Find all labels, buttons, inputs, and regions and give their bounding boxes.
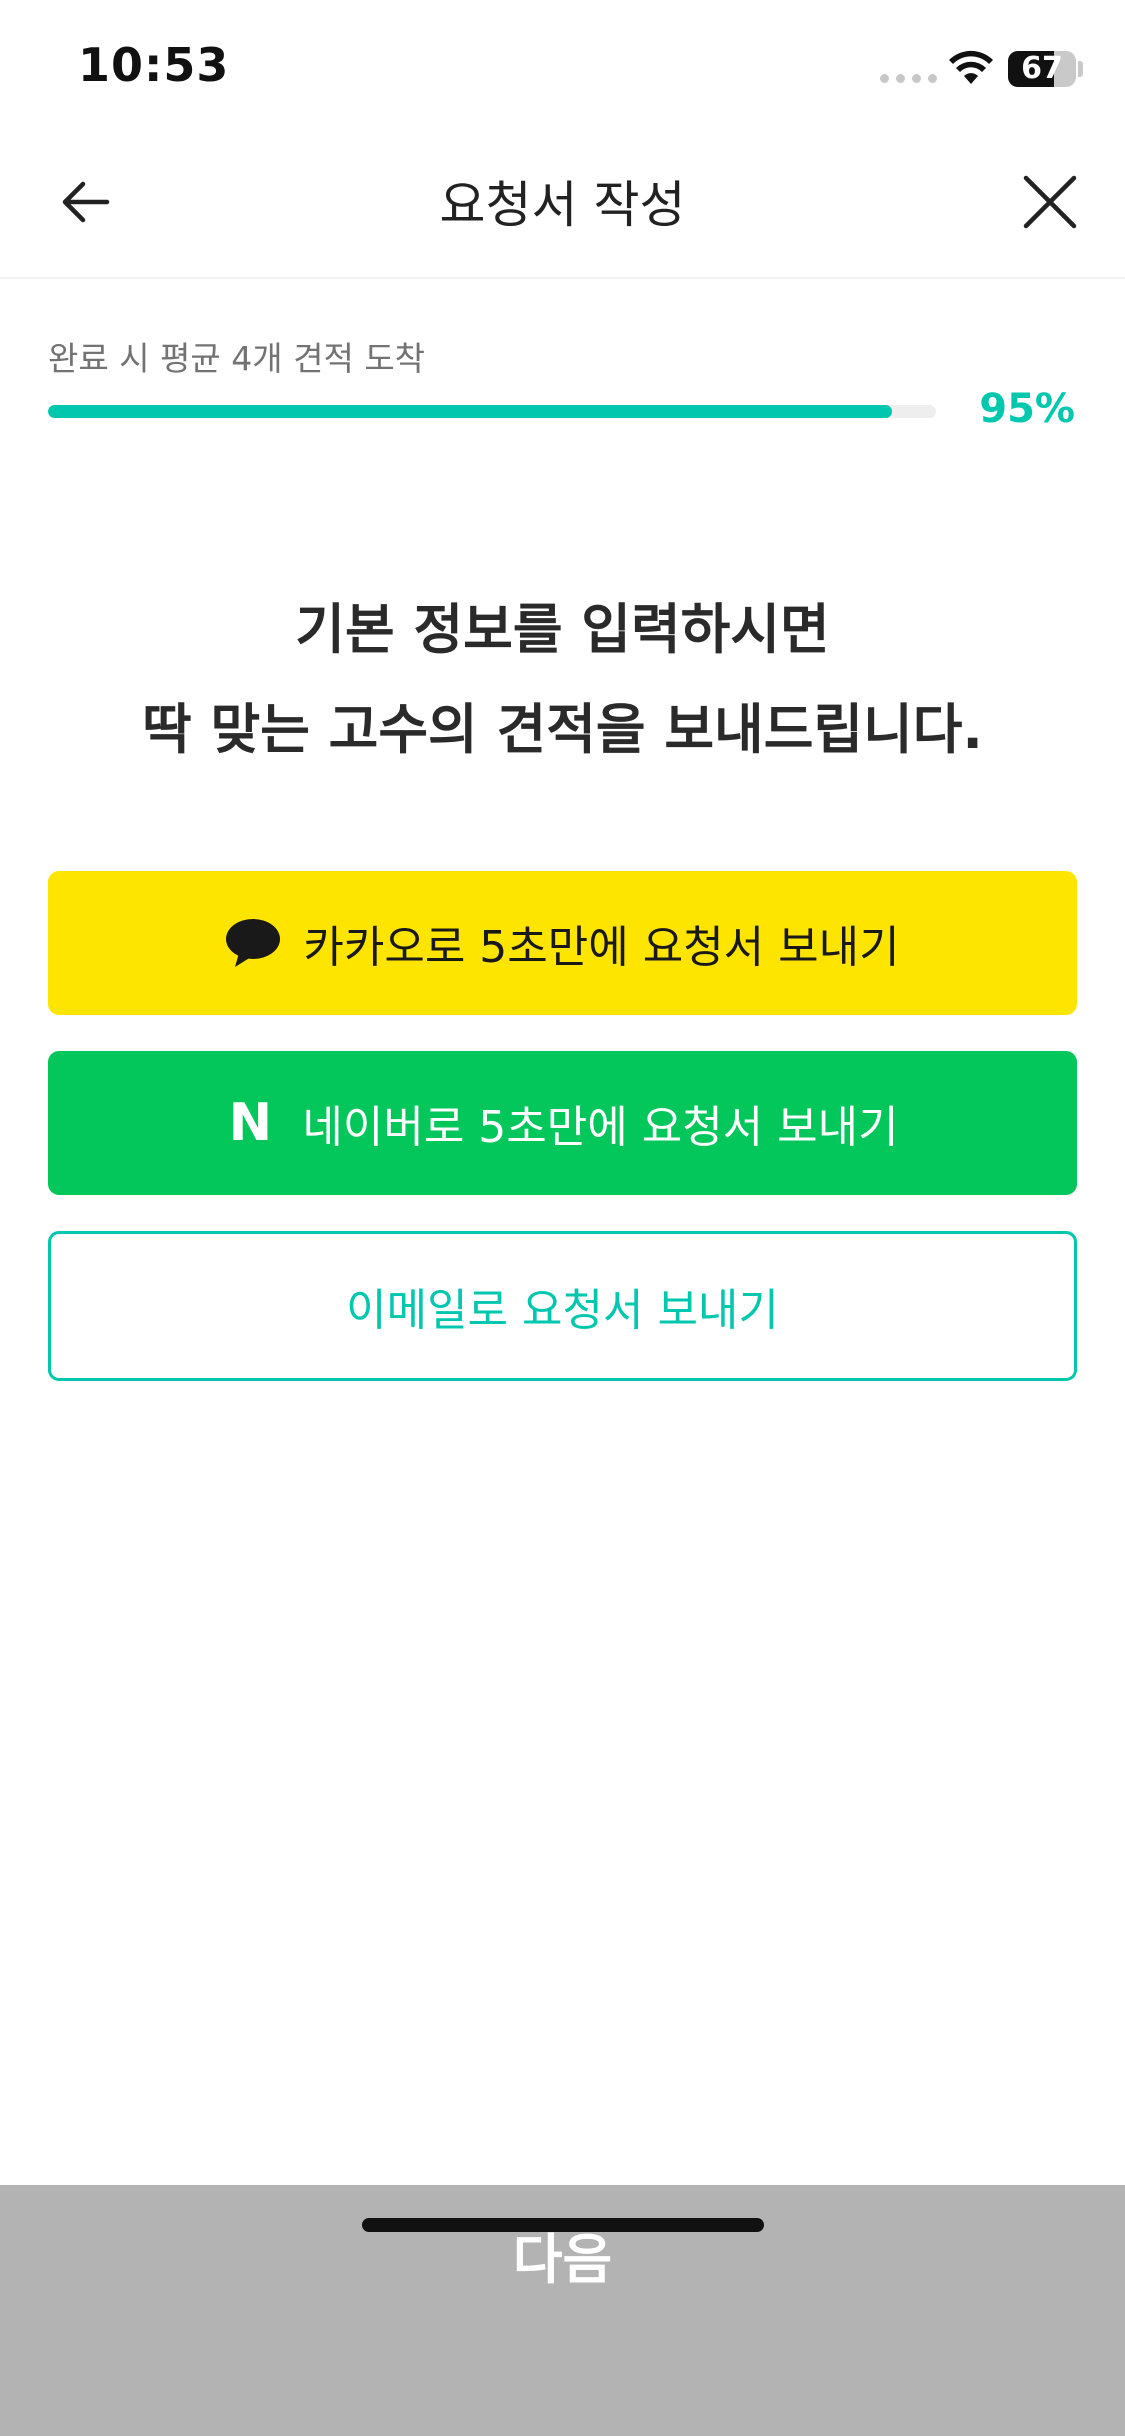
arrow-left-icon bbox=[62, 181, 110, 223]
naver-logo-icon: N bbox=[228, 1093, 273, 1153]
headline: 기본 정보를 입력하시면 딱 맞는 고수의 견적을 보내드립니다. bbox=[0, 580, 1125, 780]
progress-bar-fill bbox=[48, 405, 892, 418]
progress-caption: 완료 시 평균 4개 견적 도착 bbox=[48, 339, 426, 378]
headline-line-1: 기본 정보를 입력하시면 bbox=[295, 598, 830, 661]
battery-icon: 67 bbox=[1008, 51, 1076, 87]
status-time: 10:53 bbox=[78, 38, 230, 92]
home-indicator bbox=[362, 2218, 764, 2232]
close-icon bbox=[1023, 175, 1077, 229]
kakao-login-button[interactable]: 카카오로 5초만에 요청서 보내기 bbox=[48, 871, 1077, 1015]
app-header: 요청서 작성 bbox=[0, 135, 1125, 279]
status-bar: 10:53 67 bbox=[0, 0, 1125, 135]
progress-percent: 95% bbox=[979, 386, 1075, 432]
email-button-label: 이메일로 요청서 보내기 bbox=[346, 1285, 779, 1336]
battery-cap bbox=[1078, 61, 1083, 77]
wifi-icon bbox=[949, 50, 993, 84]
naver-button-label: 네이버로 5초만에 요청서 보내기 bbox=[302, 1102, 899, 1153]
progress-bar bbox=[48, 405, 936, 418]
kakao-button-label: 카카오로 5초만에 요청서 보내기 bbox=[303, 922, 900, 973]
next-button-label: 다음 bbox=[512, 2228, 613, 2291]
naver-login-button[interactable]: N 네이버로 5초만에 요청서 보내기 bbox=[48, 1051, 1077, 1195]
speech-bubble-icon bbox=[225, 917, 281, 969]
close-button[interactable] bbox=[1015, 167, 1085, 237]
email-send-button[interactable]: 이메일로 요청서 보내기 bbox=[48, 1231, 1077, 1381]
headline-line-2: 딱 맞는 고수의 견적을 보내드립니다. bbox=[142, 698, 983, 761]
battery-percent: 67 bbox=[1021, 51, 1063, 86]
request-form-screen: 10:53 67 요청서 작성 완료 시 평균 4개 견적 도착 95% 기본 … bbox=[0, 0, 1125, 2436]
cellular-signal-icon bbox=[880, 74, 937, 83]
page-title: 요청서 작성 bbox=[439, 176, 686, 234]
back-button[interactable] bbox=[50, 167, 120, 237]
